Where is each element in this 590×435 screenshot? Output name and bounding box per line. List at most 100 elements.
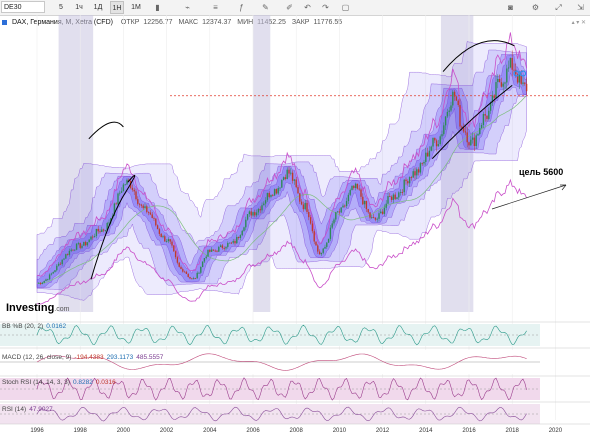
candle-body (119, 192, 121, 194)
candle-body (475, 135, 477, 146)
candle-body (180, 266, 182, 270)
candle-body (504, 82, 506, 84)
candle-body (277, 188, 279, 194)
symbol-search-input[interactable]: DE30 (1, 1, 45, 13)
candle-body (419, 163, 422, 173)
candle-body (171, 241, 173, 246)
candle-body (282, 177, 285, 181)
timeframe-1h[interactable]: 1ч (72, 1, 86, 14)
target-annotation: цель 5600 (519, 167, 564, 177)
candle-body (234, 240, 236, 244)
candle-body (304, 202, 306, 210)
candle-body (455, 96, 458, 101)
candle-body (221, 245, 224, 249)
candle-body (381, 211, 384, 214)
candle-body (473, 137, 476, 146)
chart-canvas[interactable] (0, 15, 590, 435)
candle-body (311, 223, 314, 232)
candle-body (153, 217, 155, 219)
x-tick-label: 2020 (548, 428, 563, 434)
macd-v3: 485.5557 (136, 354, 164, 361)
candle-body (318, 251, 321, 255)
undo-icon[interactable]: ↶ (302, 2, 313, 13)
redo-icon[interactable]: ↷ (320, 2, 331, 13)
timeframe-1w[interactable]: 1Н (110, 1, 124, 14)
candle-body (140, 204, 143, 206)
candle-body (500, 82, 503, 87)
candle-body (398, 192, 400, 198)
candle-body (135, 191, 137, 200)
candle-type-icon[interactable]: ▮ (152, 2, 163, 13)
candle-body (178, 262, 180, 267)
candle-body (380, 211, 382, 214)
timeframe-1d[interactable]: 1Д (91, 1, 105, 14)
candle-body (191, 278, 193, 280)
candle-body (183, 271, 186, 273)
candle-body (90, 236, 92, 240)
candle-body (513, 69, 515, 71)
candle-body (41, 282, 44, 284)
candle-body (228, 242, 231, 244)
candle-body (273, 189, 276, 196)
candle-body (239, 235, 242, 238)
candle-body (461, 126, 463, 128)
settings-icon[interactable]: ▢ (340, 2, 351, 13)
candle-body (486, 115, 488, 119)
timeframe-1m[interactable]: 1М (129, 1, 143, 14)
candle-body (200, 267, 202, 273)
candle-body (394, 194, 396, 199)
candle-body (313, 231, 315, 242)
timeframe-5[interactable]: 5 (54, 1, 68, 14)
candle-body (471, 137, 474, 140)
candle-body (378, 213, 380, 219)
candle-body (156, 225, 159, 230)
candle-body (376, 218, 378, 220)
candle-body (457, 100, 459, 106)
candle-body (401, 192, 404, 193)
candle-body (437, 144, 440, 147)
candle-body (63, 258, 65, 260)
expand-icon[interactable]: ⇲ (575, 2, 586, 13)
candle-body (407, 181, 409, 184)
gear-icon[interactable]: ⚙ (530, 2, 541, 13)
candle-body (151, 214, 153, 218)
candle-body (45, 279, 47, 281)
candle-body (72, 249, 74, 251)
fullscreen-icon[interactable]: ⤢ (553, 2, 564, 13)
candle-body (230, 242, 233, 244)
candle-body (162, 236, 164, 238)
candle-body (371, 217, 373, 218)
candle-body (506, 68, 508, 83)
candle-body (479, 128, 481, 135)
candle-body (387, 196, 389, 204)
candle-body (75, 243, 78, 250)
candle-body (245, 219, 247, 228)
drawing-icon[interactable]: ✎ (260, 2, 271, 13)
candle-body (57, 263, 60, 266)
candle-body (414, 171, 416, 176)
candle-body (147, 212, 150, 213)
candle-body (237, 236, 240, 238)
bar-type-icon[interactable]: ≡ (210, 2, 221, 13)
camera-icon[interactable]: ◙ (505, 2, 516, 13)
candle-body (219, 245, 222, 248)
candle-body (266, 193, 269, 201)
hand-arc (88, 121, 124, 140)
x-tick-label: 2002 (159, 428, 174, 434)
x-tick-label: 2000 (116, 428, 131, 434)
macd-label: MACD (12, 26, close, 9) -194.4383 293.1173… (2, 354, 163, 361)
pen-icon[interactable]: ✐ (284, 2, 295, 13)
candle-body (198, 272, 200, 274)
candle-body (356, 183, 359, 189)
candle-body (327, 238, 330, 243)
candle-body (309, 217, 312, 224)
line-type-icon[interactable]: ⌁ (182, 2, 193, 13)
candle-body (227, 243, 229, 247)
candle-body (194, 278, 197, 280)
candle-body (182, 269, 184, 272)
candle-body (79, 243, 81, 248)
candle-body (466, 132, 468, 143)
candle-body (131, 187, 134, 190)
candle-body (477, 134, 479, 136)
indicators-icon[interactable]: ƒ (236, 2, 247, 13)
